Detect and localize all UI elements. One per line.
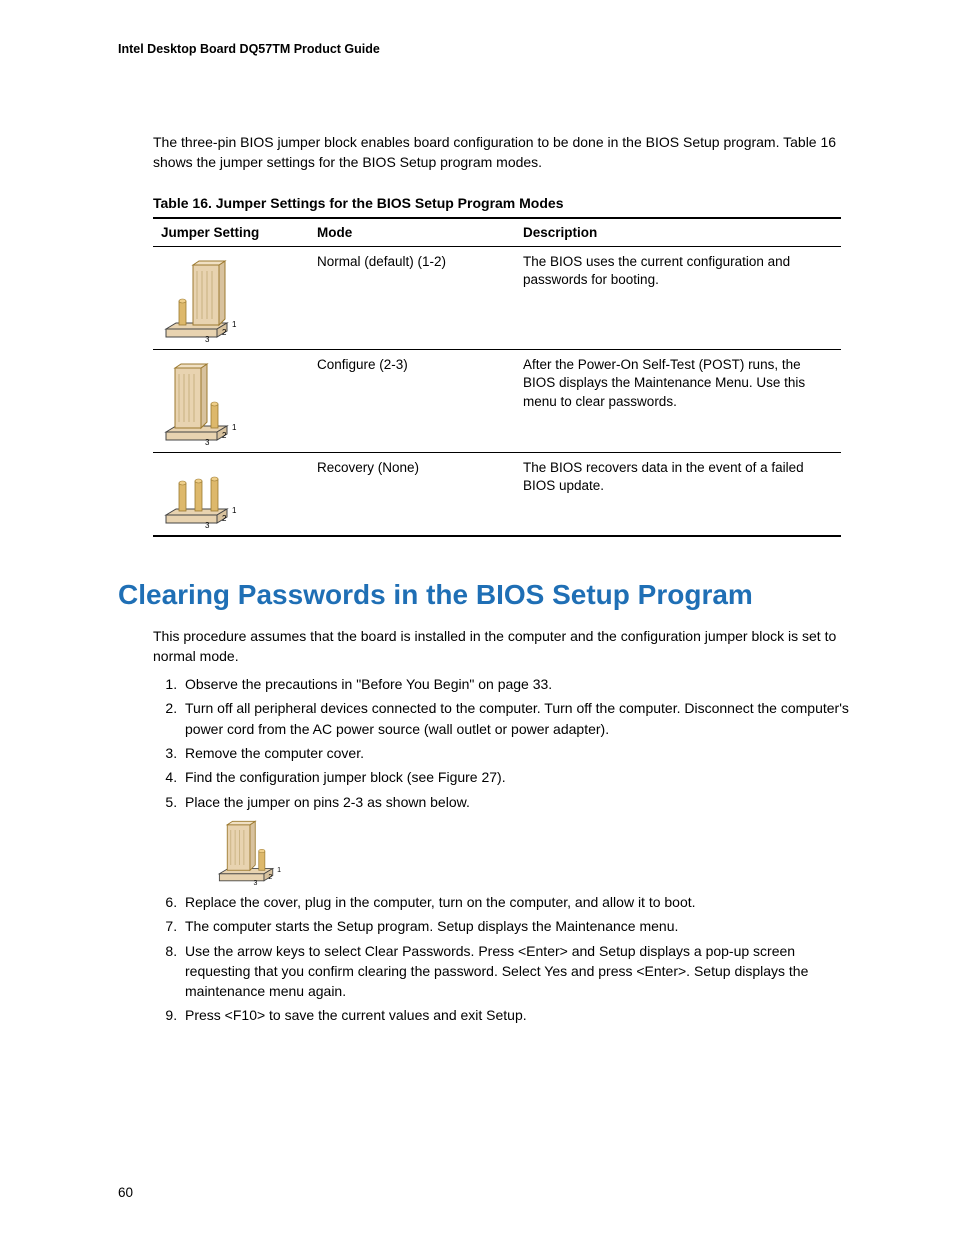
list-item: Observe the precautions in "Before You B…: [181, 674, 854, 694]
jumper-step-icon: 1 2 3: [215, 816, 295, 886]
jumper-recovery-icon: 1 2 3: [161, 459, 241, 529]
table-row: 1 2 3 Recovery (None) The BIOS recovers …: [153, 452, 841, 536]
section-heading: Clearing Passwords in the BIOS Setup Pro…: [118, 577, 854, 612]
intro-paragraph: The three-pin BIOS jumper block enables …: [153, 132, 854, 173]
svg-text:2: 2: [222, 431, 227, 440]
jumper-configure-icon: 1 2 3: [161, 356, 241, 446]
svg-text:1: 1: [232, 423, 237, 432]
svg-text:2: 2: [268, 874, 272, 881]
pin1-label: 1: [232, 320, 237, 329]
table-row: 1 2 3 Normal (default) (1-2) The BIOS us…: [153, 246, 841, 349]
jumper-normal-icon: 1 2 3: [161, 253, 241, 343]
list-item: Remove the computer cover.: [181, 743, 854, 763]
desc-cell: The BIOS uses the current configuration …: [515, 246, 841, 349]
desc-cell: After the Power-On Self-Test (POST) runs…: [515, 349, 841, 452]
list-item: The computer starts the Setup program. S…: [181, 916, 854, 936]
desc-cell: The BIOS recovers data in the event of a…: [515, 452, 841, 536]
document-header: Intel Desktop Board DQ57TM Product Guide: [118, 42, 854, 56]
th-setting: Jumper Setting: [153, 218, 309, 247]
mode-cell: Normal (default) (1-2): [309, 246, 515, 349]
mode-cell: Configure (2-3): [309, 349, 515, 452]
section-intro: This procedure assumes that the board is…: [153, 626, 854, 667]
mode-cell: Recovery (None): [309, 452, 515, 536]
procedure-list: Observe the precautions in "Before You B…: [153, 674, 854, 1026]
svg-text:1: 1: [232, 506, 237, 515]
list-item: Press <F10> to save the current values a…: [181, 1005, 854, 1025]
pin2-label: 2: [222, 328, 227, 337]
page-number: 60: [118, 1185, 133, 1200]
list-item: Turn off all peripheral devices connecte…: [181, 698, 854, 739]
svg-text:1: 1: [277, 867, 281, 874]
list-item: Place the jumper on pins 2-3 as shown be…: [181, 792, 854, 886]
table-caption: Table 16. Jumper Settings for the BIOS S…: [153, 195, 854, 211]
list-item: Replace the cover, plug in the computer,…: [181, 892, 854, 912]
list-item: Use the arrow keys to select Clear Passw…: [181, 941, 854, 1002]
th-mode: Mode: [309, 218, 515, 247]
list-item: Find the configuration jumper block (see…: [181, 767, 854, 787]
svg-text:3: 3: [205, 521, 210, 529]
table-row: 1 2 3 Configure (2-3) After the Power-On…: [153, 349, 841, 452]
svg-text:3: 3: [254, 880, 258, 886]
jumper-settings-table: Jumper Setting Mode Description: [153, 217, 841, 537]
pin3-label: 3: [205, 335, 210, 343]
th-description: Description: [515, 218, 841, 247]
svg-text:2: 2: [222, 514, 227, 523]
svg-text:3: 3: [205, 438, 210, 446]
list-item-text: Place the jumper on pins 2-3 as shown be…: [185, 794, 470, 810]
